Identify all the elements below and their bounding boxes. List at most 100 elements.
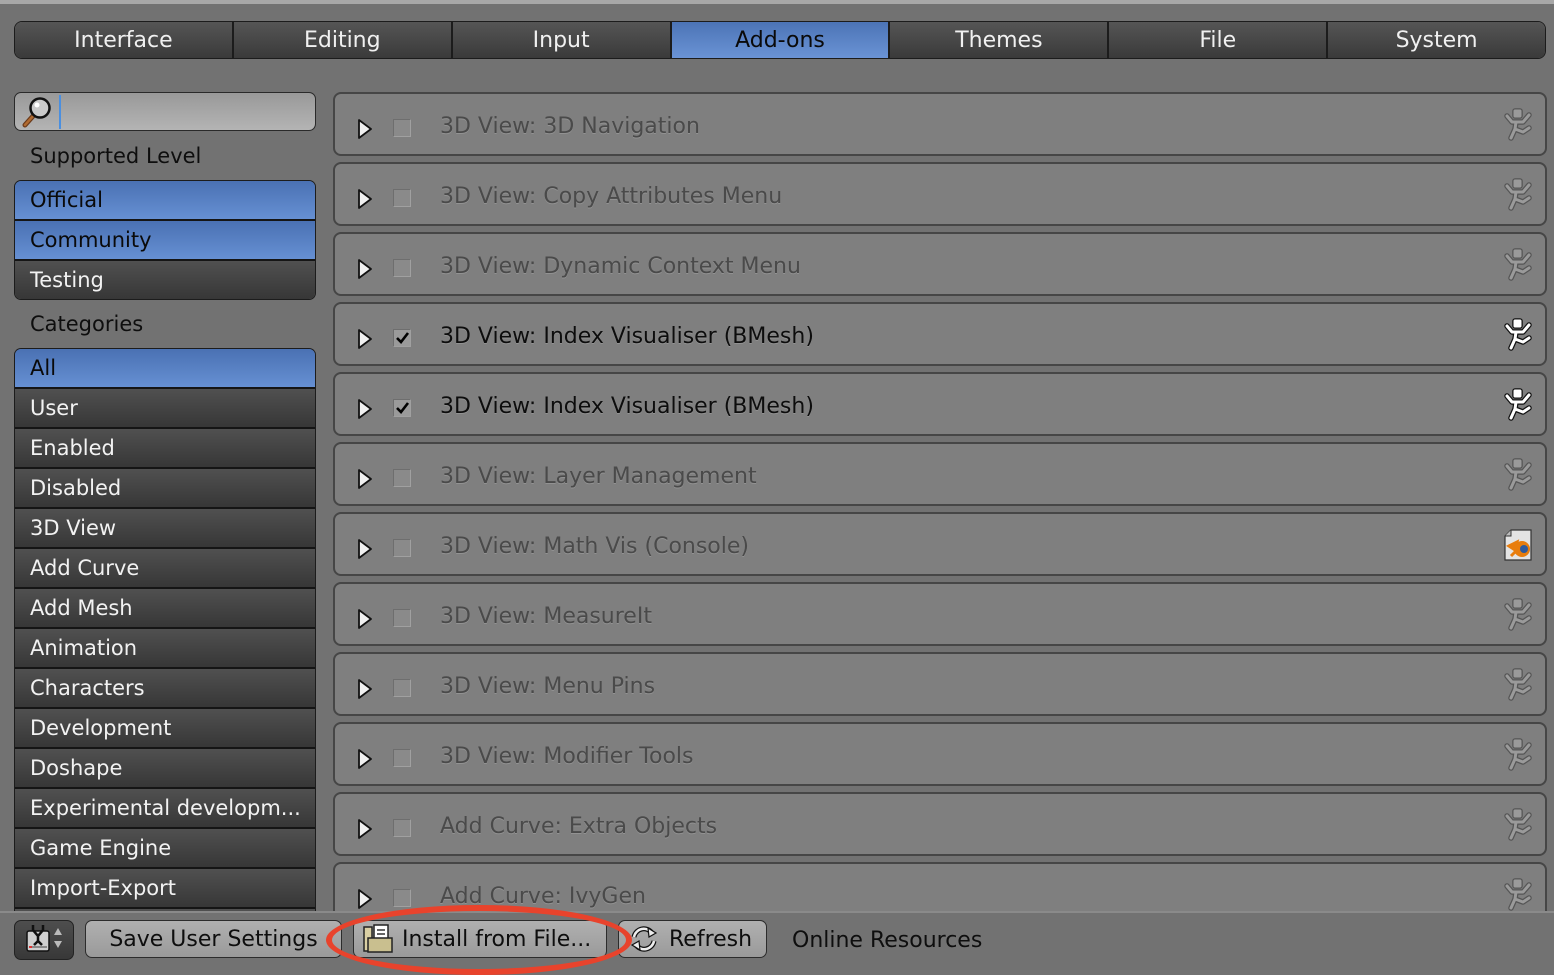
community-icon [1501, 738, 1535, 772]
folder-icon [362, 923, 394, 955]
categories-label: Categories [30, 312, 144, 336]
category-add-curve[interactable]: Add Curve [15, 549, 315, 589]
addon-row: 3D View: MeasureIt [333, 582, 1547, 646]
support-level-official[interactable]: Official [15, 181, 315, 221]
expand-triangle-icon[interactable] [357, 538, 373, 564]
community-icon [1501, 878, 1535, 912]
expand-triangle-icon[interactable] [357, 748, 373, 774]
addon-row: 3D View: Copy Attributes Menu [333, 162, 1547, 226]
category-add-mesh[interactable]: Add Mesh [15, 589, 315, 629]
addon-name: 3D View: Index Visualiser (BMesh) [440, 394, 814, 419]
expand-triangle-icon[interactable] [357, 328, 373, 354]
addon-row: 3D View: Math Vis (Console) [333, 512, 1547, 576]
community-icon [1501, 178, 1535, 212]
category-import-export[interactable]: Import-Export [15, 869, 315, 909]
community-icon [1501, 388, 1535, 422]
addon-name: 3D View: Modifier Tools [440, 744, 694, 769]
addon-enable-checkbox[interactable] [393, 329, 411, 347]
category-3d-view[interactable]: 3D View [15, 509, 315, 549]
addon-row: Add Curve: IvyGen [333, 862, 1547, 912]
support-level-testing[interactable]: Testing [15, 261, 315, 299]
addon-row: 3D View: Menu Pins [333, 652, 1547, 716]
tab-themes[interactable]: Themes [890, 22, 1110, 58]
category-user[interactable]: User [15, 389, 315, 429]
addon-name: 3D View: Layer Management [440, 464, 757, 489]
addon-row: 3D View: 3D Navigation [333, 92, 1547, 156]
category-disabled[interactable]: Disabled [15, 469, 315, 509]
addon-enable-checkbox[interactable] [393, 679, 411, 697]
save-user-settings-label: Save User Settings [109, 926, 318, 952]
addon-name: 3D View: Menu Pins [440, 674, 656, 699]
community-icon [1501, 668, 1535, 702]
community-icon [1501, 248, 1535, 282]
category-enabled[interactable]: Enabled [15, 429, 315, 469]
addon-name: Add Curve: Extra Objects [440, 814, 718, 839]
save-user-settings-button[interactable]: Save User Settings [85, 920, 342, 958]
addon-enable-checkbox[interactable] [393, 889, 411, 907]
category-characters[interactable]: Characters [15, 669, 315, 709]
community-icon [1501, 808, 1535, 842]
expand-triangle-icon[interactable] [357, 188, 373, 214]
window-top-edge [0, 0, 1554, 4]
category-all[interactable]: All [15, 349, 315, 389]
addon-row: 3D View: Layer Management [333, 442, 1547, 506]
preferences-tabs: Interface Editing Input Add-ons Themes F… [14, 21, 1546, 59]
addon-row: Add Curve: Extra Objects [333, 792, 1547, 856]
addon-enable-checkbox[interactable] [393, 119, 411, 137]
category-experimental[interactable]: Experimental developm... [15, 789, 315, 829]
blender-file-icon [1501, 528, 1535, 562]
tab-interface[interactable]: Interface [15, 22, 234, 58]
community-icon [1501, 108, 1535, 142]
online-resources-link[interactable]: Online Resources [792, 928, 982, 953]
expand-triangle-icon[interactable] [357, 258, 373, 284]
addon-enable-checkbox[interactable] [393, 819, 411, 837]
addon-name: 3D View: Dynamic Context Menu [440, 254, 801, 279]
addon-row: 3D View: Index Visualiser (BMesh) [333, 302, 1547, 366]
category-animation[interactable]: Animation [15, 629, 315, 669]
supported-level-label: Supported Level [30, 144, 202, 168]
tab-input[interactable]: Input [452, 22, 672, 58]
support-level-community[interactable]: Community [15, 221, 315, 261]
refresh-button[interactable]: Refresh [618, 920, 767, 958]
expand-triangle-icon[interactable] [357, 888, 373, 912]
refresh-label: Refresh [669, 926, 753, 952]
addon-search-field[interactable] [14, 92, 316, 131]
addon-name: 3D View: Index Visualiser (BMesh) [440, 324, 814, 349]
addon-enable-checkbox[interactable] [393, 749, 411, 767]
category-doshape[interactable]: Doshape [15, 749, 315, 789]
search-icon [15, 94, 59, 130]
addon-name: Add Curve: IvyGen [440, 884, 646, 909]
search-input[interactable] [61, 93, 315, 130]
category-development[interactable]: Development [15, 709, 315, 749]
addon-row: 3D View: Modifier Tools [333, 722, 1547, 786]
expand-triangle-icon[interactable] [357, 678, 373, 704]
addon-enable-checkbox[interactable] [393, 399, 411, 417]
expand-triangle-icon[interactable] [357, 118, 373, 144]
supported-level-list: Official Community Testing [14, 180, 316, 300]
expand-triangle-icon[interactable] [357, 468, 373, 494]
addon-name: 3D View: 3D Navigation [440, 114, 700, 139]
tab-addons[interactable]: Add-ons [671, 22, 891, 58]
addon-row: 3D View: Dynamic Context Menu [333, 232, 1547, 296]
community-icon [1501, 598, 1535, 632]
category-game-engine[interactable]: Game Engine [15, 829, 315, 869]
tab-system[interactable]: System [1328, 22, 1545, 58]
expand-triangle-icon[interactable] [357, 398, 373, 424]
addon-enable-checkbox[interactable] [393, 469, 411, 487]
addon-name: 3D View: MeasureIt [440, 604, 652, 629]
addon-enable-checkbox[interactable] [393, 539, 411, 557]
addon-enable-checkbox[interactable] [393, 189, 411, 207]
community-icon [1501, 458, 1535, 492]
addon-list: 3D View: 3D Navigation 3D View: Copy Att… [333, 92, 1547, 912]
addon-row: 3D View: Index Visualiser (BMesh) [333, 372, 1547, 436]
categories-list: All User Enabled Disabled 3D View Add Cu… [14, 348, 316, 923]
addon-name: 3D View: Copy Attributes Menu [440, 184, 783, 209]
tab-editing[interactable]: Editing [233, 22, 453, 58]
install-from-file-button[interactable]: Install from File... [353, 920, 607, 958]
editor-type-selector[interactable] [14, 920, 74, 960]
addon-enable-checkbox[interactable] [393, 609, 411, 627]
expand-triangle-icon[interactable] [357, 608, 373, 634]
tab-file[interactable]: File [1109, 22, 1329, 58]
addon-enable-checkbox[interactable] [393, 259, 411, 277]
expand-triangle-icon[interactable] [357, 818, 373, 844]
